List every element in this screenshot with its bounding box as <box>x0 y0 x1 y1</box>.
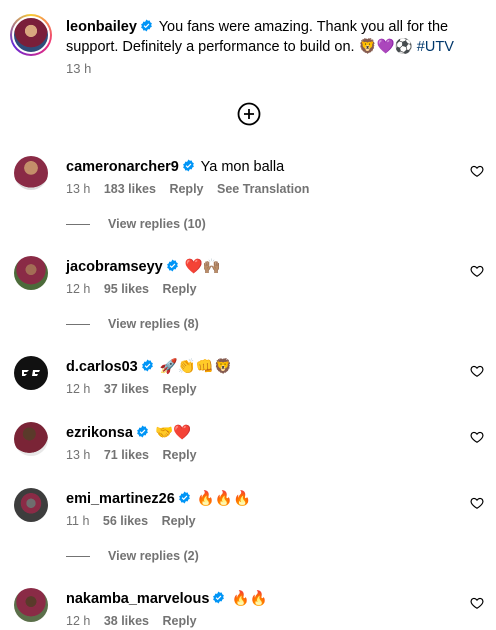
caption-username[interactable]: leonbailey <box>66 19 137 35</box>
heart-outline-icon[interactable] <box>470 364 484 378</box>
comment-meta: 13 h 183 likes Reply See Translation <box>66 182 319 196</box>
dc-logo-icon <box>22 370 40 376</box>
comment-text: cameronarcher9 Ya mon balla <box>66 158 284 176</box>
avatar-d-carlos03[interactable] <box>14 356 48 390</box>
heart-outline-icon[interactable] <box>470 496 484 510</box>
comment-username[interactable]: nakamba_marvelous <box>66 591 209 607</box>
reply-button[interactable]: Reply <box>163 448 197 462</box>
comment-meta: 12 h 95 likes Reply <box>66 282 207 296</box>
view-replies-button[interactable]: View replies (10) <box>66 217 206 231</box>
verified-badge-icon <box>141 19 152 32</box>
comment-body: Ya mon balla <box>200 159 285 175</box>
view-replies-label: View replies (2) <box>108 549 199 563</box>
view-replies-button[interactable]: View replies (2) <box>66 549 199 563</box>
comment-time: 12 h <box>66 614 91 628</box>
comment-body: 🚀👏👊🦁 <box>159 359 232 375</box>
caption-emojis: 🦁💜⚽ <box>358 39 413 55</box>
comment-username[interactable]: cameronarcher9 <box>66 159 179 175</box>
comment-meta: 12 h 38 likes Reply <box>66 614 207 628</box>
comment-text: emi_martinez26 🔥🔥🔥 <box>66 490 251 508</box>
view-replies-button[interactable]: View replies (8) <box>66 317 199 331</box>
likes-count[interactable]: 95 likes <box>104 282 149 296</box>
avatar-jacobramseyy[interactable] <box>14 256 48 290</box>
avatar-leonbailey[interactable] <box>10 14 52 56</box>
verified-badge-icon <box>182 159 194 172</box>
likes-count[interactable]: 38 likes <box>104 614 149 628</box>
verified-badge-icon <box>137 425 148 438</box>
comment-body: 🔥🔥🔥 <box>196 491 252 507</box>
verified-badge-icon <box>166 259 178 272</box>
comment-username[interactable]: ezrikonsa <box>66 425 133 441</box>
reply-button[interactable]: Reply <box>169 182 203 196</box>
comment-text: ezrikonsa 🤝❤️ <box>66 424 191 442</box>
likes-count[interactable]: 183 likes <box>104 182 156 196</box>
view-replies-label: View replies (8) <box>108 317 199 331</box>
comment-text: nakamba_marvelous 🔥🔥 <box>66 590 268 608</box>
comment-time: 11 h <box>66 514 90 528</box>
comment-time: 12 h <box>66 282 91 296</box>
reply-button[interactable]: Reply <box>162 514 196 528</box>
see-translation-button[interactable]: See Translation <box>217 182 309 196</box>
verified-badge-icon <box>178 491 190 504</box>
avatar-cameronarcher9[interactable] <box>14 156 48 190</box>
comment-meta: 12 h 37 likes Reply <box>66 382 207 396</box>
comment-time: 13 h <box>66 182 91 196</box>
comment-body: 🔥🔥 <box>231 591 268 607</box>
avatar-ezrikonsa[interactable] <box>14 422 48 456</box>
avatar-nakamba-marvelous[interactable] <box>14 588 48 622</box>
likes-count[interactable]: 56 likes <box>103 514 148 528</box>
comment-meta: 11 h 56 likes Reply <box>66 514 206 528</box>
view-replies-label: View replies (10) <box>108 217 206 231</box>
comment-username[interactable]: jacobramseyy <box>66 259 163 275</box>
reply-button[interactable]: Reply <box>163 614 197 628</box>
comment-body: 🤝❤️ <box>154 425 192 441</box>
comment-body: ❤️🙌🏽 <box>184 259 221 275</box>
verified-badge-icon <box>213 591 225 604</box>
caption-time: 13 h <box>66 61 92 76</box>
avatar-emi-martinez26[interactable] <box>14 488 48 522</box>
divider-line <box>66 224 90 226</box>
heart-outline-icon[interactable] <box>470 596 484 610</box>
verified-badge-icon <box>141 359 153 372</box>
heart-outline-icon[interactable] <box>470 430 484 444</box>
likes-count[interactable]: 37 likes <box>104 382 149 396</box>
reply-button[interactable]: Reply <box>163 282 197 296</box>
divider-line <box>66 324 90 326</box>
caption-text: leonbailey You fans were amazing. Thank … <box>66 17 478 57</box>
likes-count[interactable]: 71 likes <box>104 448 149 462</box>
comment-text: jacobramseyy ❤️🙌🏽 <box>66 258 221 276</box>
comment-username[interactable]: emi_martinez26 <box>66 491 175 507</box>
hashtag-link[interactable]: #UTV <box>417 39 454 55</box>
comment-text: d.carlos03 🚀👏👊🦁 <box>66 358 232 376</box>
comment-username[interactable]: d.carlos03 <box>66 359 138 375</box>
comment-time: 12 h <box>66 382 91 396</box>
reply-button[interactable]: Reply <box>163 382 197 396</box>
heart-outline-icon[interactable] <box>470 264 484 278</box>
heart-outline-icon[interactable] <box>470 164 484 178</box>
divider-line <box>66 556 90 558</box>
comment-meta: 13 h 71 likes Reply <box>66 448 207 462</box>
plus-circle-icon[interactable] <box>237 102 261 126</box>
comment-time: 13 h <box>66 448 91 462</box>
